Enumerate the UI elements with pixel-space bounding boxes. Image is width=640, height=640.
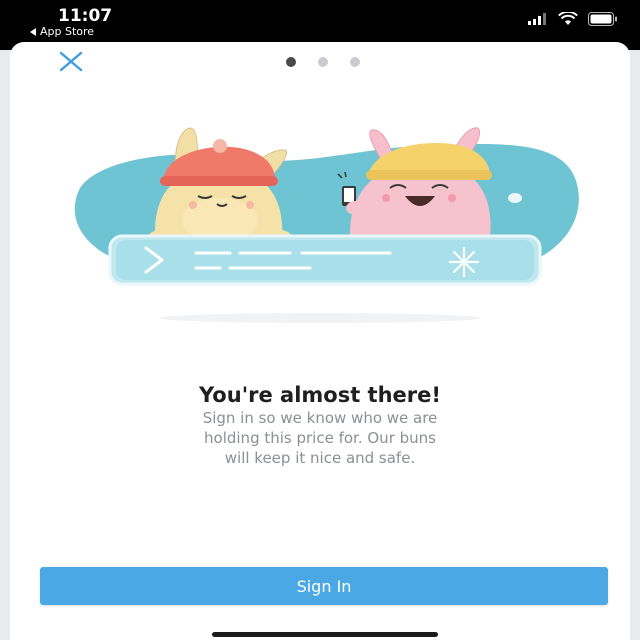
sign-in-button[interactable]: Sign In bbox=[40, 567, 608, 605]
wifi-icon bbox=[558, 12, 578, 25]
ground-shadow bbox=[160, 313, 480, 323]
close-icon bbox=[59, 51, 83, 72]
cellular-signal-icon bbox=[528, 13, 546, 25]
snowflake-icon bbox=[448, 246, 480, 278]
page-dot-2 bbox=[318, 57, 328, 67]
page-dot-1 bbox=[286, 57, 296, 67]
body-line-2: holding this price for. Our buns bbox=[204, 429, 436, 447]
back-label: App Store bbox=[40, 25, 95, 38]
battery-icon bbox=[588, 12, 617, 26]
body-text: Sign in so we know who we are holding th… bbox=[110, 408, 530, 468]
two-bunnies-illustration bbox=[60, 108, 600, 338]
back-arrow-icon bbox=[30, 27, 36, 36]
status-icons bbox=[528, 12, 618, 26]
close-button[interactable] bbox=[58, 50, 86, 74]
status-time: 11:07 bbox=[58, 6, 113, 26]
page-indicator bbox=[286, 57, 360, 67]
ice-block bbox=[108, 234, 542, 286]
sign-in-label: Sign In bbox=[296, 576, 352, 596]
headline: You're almost there! bbox=[199, 383, 441, 407]
body-line-3: will keep it nice and safe. bbox=[224, 449, 416, 467]
home-indicator bbox=[212, 632, 438, 637]
back-to-app-store-link[interactable]: App Store bbox=[30, 25, 94, 38]
page-dot-3 bbox=[350, 57, 360, 67]
illustration-svg bbox=[74, 127, 579, 323]
body-line-1: Sign in so we know who we are bbox=[202, 409, 438, 427]
